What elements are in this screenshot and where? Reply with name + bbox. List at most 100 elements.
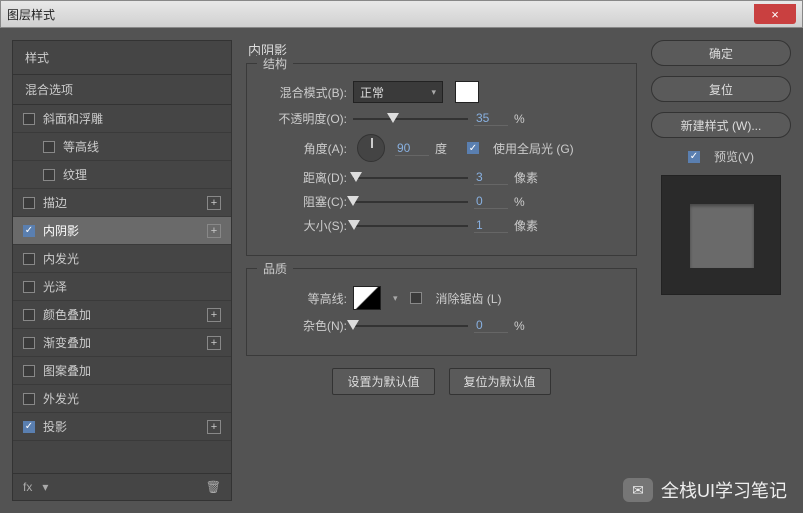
quality-group: 品质 等高线: ▾ 消除锯齿 (L) 杂色(N): 0 % — [246, 268, 637, 356]
preview-area — [661, 175, 781, 295]
blend-mode-label: 混合模式(B): — [261, 84, 347, 101]
style-checkbox[interactable] — [23, 197, 35, 209]
distance-slider[interactable] — [353, 171, 468, 185]
style-label: 图案叠加 — [43, 362, 91, 379]
noise-slider[interactable] — [353, 319, 468, 333]
plus-icon[interactable]: + — [207, 420, 221, 434]
style-row-3[interactable]: 描边 + — [13, 189, 231, 217]
cancel-button[interactable]: 复位 — [651, 76, 791, 102]
dialog-body: 样式 混合选项 斜面和浮雕等高线纹理描边 + 内阴影 + 内发光光泽颜色叠加 + 渐变叠加 +… — [0, 28, 803, 513]
style-label: 外发光 — [43, 390, 79, 407]
style-label: 内发光 — [43, 250, 79, 267]
chevron-down-icon[interactable]: ▾ — [387, 293, 404, 304]
choke-slider[interactable] — [353, 195, 468, 209]
choke-value[interactable]: 0 — [474, 194, 508, 209]
style-label: 光泽 — [43, 278, 67, 295]
distance-value[interactable]: 3 — [474, 170, 508, 185]
style-label: 内阴影 — [43, 222, 79, 239]
titlebar: 图层样式 × — [0, 0, 803, 28]
noise-label: 杂色(N): — [261, 317, 347, 334]
blend-mode-select[interactable]: 正常 ▾ — [353, 81, 443, 103]
fx-icon[interactable]: fx — [23, 480, 32, 494]
style-row-8[interactable]: 渐变叠加 + — [13, 329, 231, 357]
plus-icon[interactable]: + — [207, 196, 221, 210]
noise-unit: % — [514, 319, 540, 333]
global-light-checkbox[interactable] — [467, 142, 479, 154]
style-row-11[interactable]: 投影 + — [13, 413, 231, 441]
antialias-checkbox[interactable] — [410, 292, 422, 304]
close-button[interactable]: × — [754, 4, 796, 24]
contour-picker[interactable] — [353, 286, 381, 310]
opacity-value[interactable]: 35 — [474, 111, 508, 126]
angle-value[interactable]: 90 — [395, 141, 429, 156]
opacity-slider[interactable] — [353, 112, 468, 126]
section-title: 内阴影 — [246, 40, 637, 59]
style-label: 描边 — [43, 194, 67, 211]
watermark: ✉ 全栈UI学习笔记 — [623, 477, 787, 503]
angle-unit: 度 — [435, 140, 461, 157]
style-checkbox[interactable] — [23, 337, 35, 349]
style-row-2[interactable]: 纹理 — [13, 161, 231, 189]
angle-dial[interactable] — [357, 134, 385, 162]
opacity-label: 不透明度(O): — [261, 110, 347, 127]
default-buttons: 设置为默认值 复位为默认值 — [246, 368, 637, 395]
style-row-5[interactable]: 内发光 — [13, 245, 231, 273]
ok-button[interactable]: 确定 — [651, 40, 791, 66]
size-slider[interactable] — [353, 219, 468, 233]
style-checkbox[interactable] — [23, 421, 35, 433]
style-checkbox[interactable] — [43, 141, 55, 153]
quality-legend: 品质 — [257, 260, 293, 277]
styles-header: 样式 — [13, 41, 231, 75]
styles-panel: 样式 混合选项 斜面和浮雕等高线纹理描边 + 内阴影 + 内发光光泽颜色叠加 + 渐变叠加 +… — [12, 40, 232, 501]
style-row-7[interactable]: 颜色叠加 + — [13, 301, 231, 329]
arrow-icon[interactable]: ▾ — [42, 480, 48, 494]
angle-label: 角度(A): — [261, 140, 347, 157]
global-light-label: 使用全局光 (G) — [493, 140, 574, 157]
preview-swatch — [690, 204, 754, 268]
watermark-text: 全栈UI学习笔记 — [661, 477, 787, 503]
style-row-6[interactable]: 光泽 — [13, 273, 231, 301]
choke-unit: % — [514, 195, 540, 209]
size-label: 大小(S): — [261, 217, 347, 234]
style-checkbox[interactable] — [23, 309, 35, 321]
structure-group: 结构 混合模式(B): 正常 ▾ 不透明度(O): 35 % 角度(A): 90… — [246, 63, 637, 256]
plus-icon[interactable]: + — [207, 308, 221, 322]
plus-icon[interactable]: + — [207, 224, 221, 238]
close-icon: × — [771, 7, 779, 22]
style-label: 投影 — [43, 418, 67, 435]
style-checkbox[interactable] — [43, 169, 55, 181]
color-swatch[interactable] — [455, 81, 479, 103]
preview-checkbox[interactable] — [688, 151, 700, 163]
contour-label: 等高线: — [261, 290, 347, 307]
make-default-button[interactable]: 设置为默认值 — [332, 368, 434, 395]
style-label: 渐变叠加 — [43, 334, 91, 351]
style-checkbox[interactable] — [23, 281, 35, 293]
style-label: 斜面和浮雕 — [43, 110, 103, 127]
style-row-4[interactable]: 内阴影 + — [13, 217, 231, 245]
trash-icon[interactable]: 🗑 — [206, 480, 221, 494]
style-row-9[interactable]: 图案叠加 — [13, 357, 231, 385]
style-row-10[interactable]: 外发光 — [13, 385, 231, 413]
chevron-down-icon: ▾ — [431, 87, 436, 98]
style-checkbox[interactable] — [23, 393, 35, 405]
opacity-unit: % — [514, 112, 540, 126]
choke-label: 阻塞(C): — [261, 193, 347, 210]
style-checkbox[interactable] — [23, 253, 35, 265]
plus-icon[interactable]: + — [207, 336, 221, 350]
wechat-icon: ✉ — [623, 478, 653, 502]
noise-value[interactable]: 0 — [474, 318, 508, 333]
style-row-1[interactable]: 等高线 — [13, 133, 231, 161]
new-style-button[interactable]: 新建样式 (W)... — [651, 112, 791, 138]
style-checkbox[interactable] — [23, 365, 35, 377]
style-checkbox[interactable] — [23, 113, 35, 125]
style-label: 颜色叠加 — [43, 306, 91, 323]
size-value[interactable]: 1 — [474, 218, 508, 233]
action-panel: 确定 复位 新建样式 (W)... 预览(V) — [651, 40, 791, 501]
size-unit: 像素 — [514, 217, 540, 234]
reset-default-button[interactable]: 复位为默认值 — [449, 368, 551, 395]
antialias-label: 消除锯齿 (L) — [436, 290, 502, 307]
styles-footer: fx ▾ 🗑 — [13, 473, 231, 500]
style-row-0[interactable]: 斜面和浮雕 — [13, 105, 231, 133]
style-checkbox[interactable] — [23, 225, 35, 237]
blend-options-row[interactable]: 混合选项 — [13, 75, 231, 105]
